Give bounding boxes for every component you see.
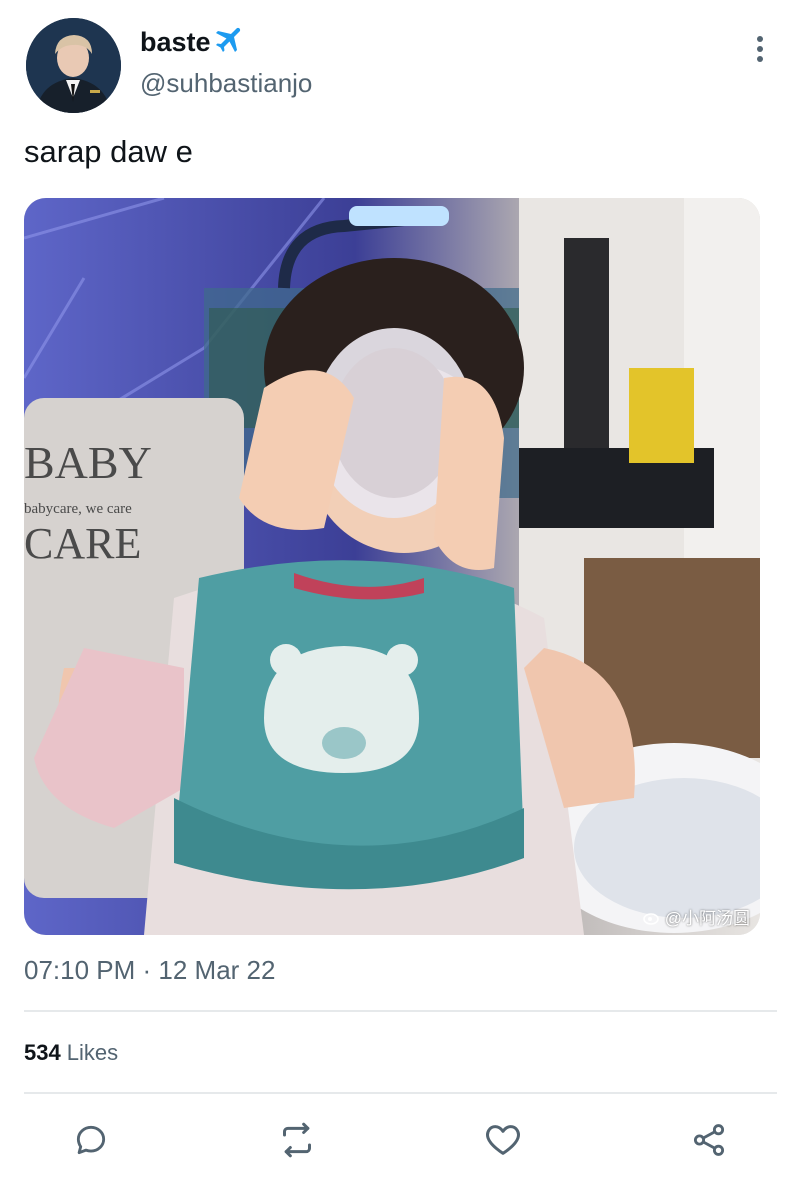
media-watermark: @小阿汤圆 <box>642 904 750 929</box>
chair-text-top: BABY <box>24 437 152 488</box>
retweet-icon <box>283 1122 311 1158</box>
tweet-header: baste @suhbastianjo <box>0 0 801 120</box>
tweet-photo[interactable]: BABY babycare, we care CARE @小阿汤圆 <box>24 198 760 935</box>
chair-text-mid: babycare, we care <box>24 501 132 517</box>
tweet-timestamp[interactable]: 07:10 PM · 12 Mar 22 <box>24 955 275 986</box>
divider <box>24 1010 777 1012</box>
likes-count: 534 <box>24 1040 61 1065</box>
display-name-text: baste <box>140 27 211 57</box>
divider <box>24 1092 777 1094</box>
display-name[interactable]: baste <box>140 22 247 63</box>
share-icon <box>693 1124 725 1156</box>
airplane-icon <box>213 22 247 63</box>
likes-stat[interactable]: 534 Likes <box>24 1040 118 1066</box>
reply-icon <box>76 1125 106 1155</box>
retweet-button[interactable] <box>275 1118 319 1162</box>
share-button[interactable] <box>687 1118 731 1162</box>
like-icon <box>486 1125 520 1155</box>
user-handle[interactable]: @suhbastianjo <box>140 68 312 99</box>
watermark-text: @小阿汤圆 <box>664 909 750 928</box>
reply-button[interactable] <box>69 1118 113 1162</box>
tweet-text: sarap daw e <box>24 134 193 169</box>
weibo-icon <box>642 909 661 925</box>
avatar[interactable] <box>26 18 121 113</box>
likes-label: Likes <box>66 1040 119 1065</box>
like-button[interactable] <box>481 1118 525 1162</box>
chair-text-bottom: CARE <box>24 519 141 568</box>
more-options-icon[interactable] <box>748 32 772 66</box>
